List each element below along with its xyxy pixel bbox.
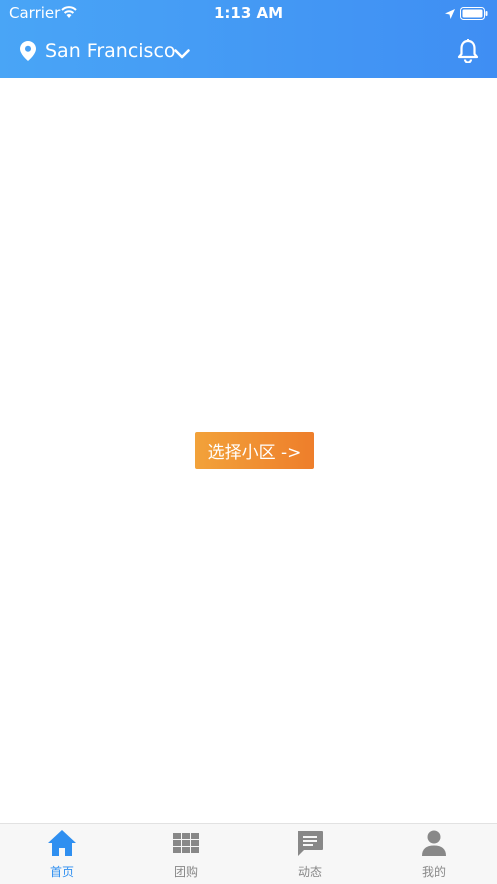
- top-nav: San Francisco: [0, 26, 497, 78]
- select-community-button[interactable]: 选择小区 ->: [195, 432, 314, 469]
- tab-group-buy-label: 团购: [173, 865, 198, 879]
- tab-me[interactable]: 我的: [372, 824, 496, 884]
- chevron-down-icon[interactable]: [174, 44, 190, 63]
- message-icon: [295, 829, 325, 857]
- status-bar: Carrier 1:13 AM: [0, 0, 497, 26]
- grid-icon: [171, 829, 201, 857]
- person-icon: [419, 829, 449, 857]
- tab-me-label: 我的: [421, 865, 446, 879]
- battery-icon: [460, 6, 488, 24]
- tab-home-label: 首页: [49, 865, 74, 879]
- bell-icon[interactable]: [457, 39, 479, 67]
- tab-activity-label: 动态: [297, 865, 322, 879]
- location-arrow-icon: [444, 6, 456, 24]
- tab-bar: 首页 团购 动态 我的: [0, 823, 497, 884]
- status-time: 1:13 AM: [213, 4, 284, 22]
- app-header: Carrier 1:13 AM San Francisco: [0, 0, 497, 78]
- home-icon: [47, 829, 77, 857]
- tab-group-buy[interactable]: 团购: [124, 824, 248, 884]
- location-pin-icon[interactable]: [20, 41, 36, 65]
- tab-home[interactable]: 首页: [0, 824, 124, 884]
- city-selector[interactable]: San Francisco: [45, 40, 176, 62]
- tab-activity[interactable]: 动态: [248, 824, 372, 884]
